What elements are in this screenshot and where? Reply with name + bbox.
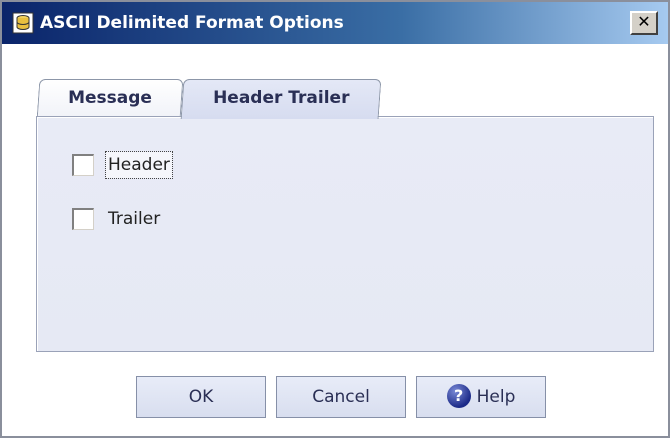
help-icon: ? (446, 383, 471, 408)
database-icon (12, 12, 34, 34)
tab-message-label: Message (68, 88, 152, 108)
tab-header-trailer-label: Header Trailer (212, 88, 350, 108)
header-checkbox-label[interactable]: Header (105, 151, 173, 179)
trailer-checkbox-label[interactable]: Trailer (106, 206, 162, 232)
window-title: ASCII Delimited Format Options (40, 13, 344, 33)
trailer-checkbox[interactable] (72, 208, 94, 230)
ok-button-label: OK (188, 387, 214, 407)
close-icon: ✕ (637, 12, 651, 31)
title-bar[interactable]: ASCII Delimited Format Options ✕ (2, 2, 668, 44)
ascii-delimited-format-options-dialog: ASCII Delimited Format Options ✕ Message… (0, 0, 670, 438)
cancel-button[interactable]: Cancel (276, 376, 406, 418)
close-button[interactable]: ✕ (630, 11, 658, 35)
tab-message[interactable]: Message (36, 79, 184, 119)
help-button-label: Help (476, 387, 516, 407)
ok-button[interactable]: OK (136, 376, 266, 418)
cancel-button-label: Cancel (312, 387, 370, 407)
header-checkbox[interactable] (72, 154, 94, 176)
help-button[interactable]: ? Help (416, 376, 546, 418)
tab-header-trailer[interactable]: Header Trailer (180, 79, 382, 119)
